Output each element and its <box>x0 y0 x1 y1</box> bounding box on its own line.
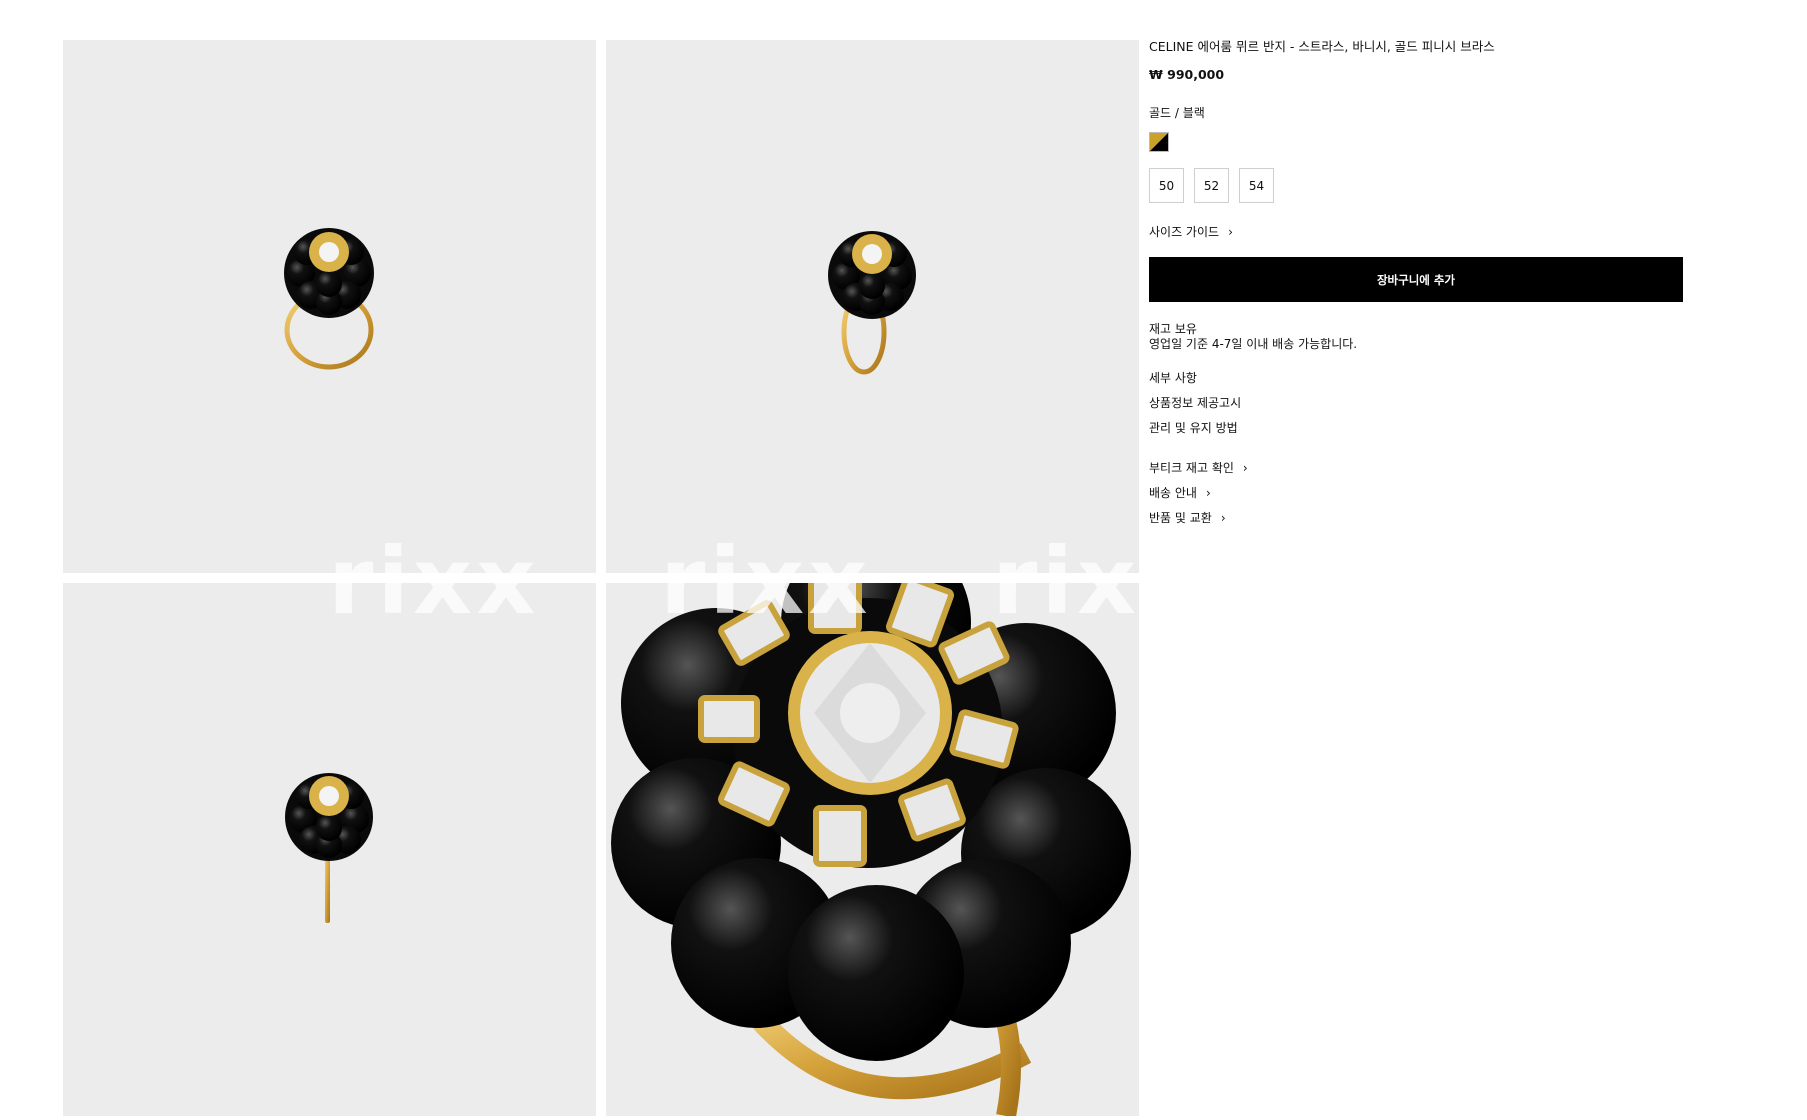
section-details[interactable]: 세부 사항 <box>1149 370 1683 395</box>
chevron-right-icon: › <box>1220 510 1226 525</box>
product-image-angle[interactable] <box>606 40 1139 573</box>
product-image-side[interactable] <box>63 583 596 1116</box>
shipping-info-link[interactable]: 배송 안내 › <box>1149 480 1683 505</box>
ring-closeup-image <box>611 583 1131 1116</box>
size-option-50[interactable]: 50 <box>1149 168 1184 203</box>
boutique-stock-label: 부티크 재고 확인 <box>1149 461 1234 475</box>
returns-exchange-label: 반품 및 교환 <box>1149 511 1212 525</box>
size-guide-link[interactable]: 사이즈 가이드 › <box>1149 223 1683 240</box>
product-gallery <box>63 40 1139 1116</box>
delivery-note: 영업일 기준 4-7일 이내 배송 가능합니다. <box>1149 337 1358 351</box>
size-option-52[interactable]: 52 <box>1194 168 1229 203</box>
stock-info: 재고 보유 영업일 기준 4-7일 이내 배송 가능합니다. <box>1149 322 1683 352</box>
size-guide-label: 사이즈 가이드 <box>1149 225 1220 239</box>
product-title: CELINE 에어룸 뮈르 반지 - 스트라스, 바니시, 골드 피니시 브라스 <box>1149 39 1495 54</box>
detail-sections: 세부 사항 상품정보 제공고시 관리 및 유지 방법 <box>1149 370 1683 445</box>
size-option-54[interactable]: 54 <box>1239 168 1274 203</box>
ring-side-image <box>285 773 373 923</box>
chevron-right-icon: › <box>1242 460 1248 475</box>
chevron-right-icon: › <box>1228 224 1233 239</box>
product-image-closeup[interactable] <box>606 583 1139 1116</box>
section-product-info-notice[interactable]: 상품정보 제공고시 <box>1149 395 1683 420</box>
returns-exchange-link[interactable]: 반품 및 교환 › <box>1149 505 1683 530</box>
info-links: 부티크 재고 확인 › 배송 안내 › 반품 및 교환 › <box>1149 455 1683 530</box>
product-price: ₩ 990,000 <box>1149 67 1225 82</box>
boutique-stock-link[interactable]: 부티크 재고 확인 › <box>1149 455 1683 480</box>
add-to-cart-button[interactable]: 장바구니에 추가 <box>1149 257 1683 302</box>
color-label: 골드 / 블랙 <box>1149 106 1205 120</box>
size-options: 50 52 54 <box>1149 168 1683 203</box>
section-care-instructions[interactable]: 관리 및 유지 방법 <box>1149 420 1683 445</box>
product-image-front[interactable] <box>63 40 596 573</box>
chevron-right-icon: › <box>1205 485 1211 500</box>
product-details-panel: CELINE 에어룸 뮈르 반지 - 스트라스, 바니시, 골드 피니시 브라스… <box>1149 36 1683 530</box>
ring-front-image <box>284 228 374 370</box>
stock-status: 재고 보유 <box>1149 322 1197 336</box>
ring-angle-image <box>828 231 916 375</box>
color-swatch-gold-black[interactable] <box>1149 132 1169 152</box>
swatch-gold-black-icon <box>1150 133 1168 151</box>
shipping-info-label: 배송 안내 <box>1149 486 1197 500</box>
